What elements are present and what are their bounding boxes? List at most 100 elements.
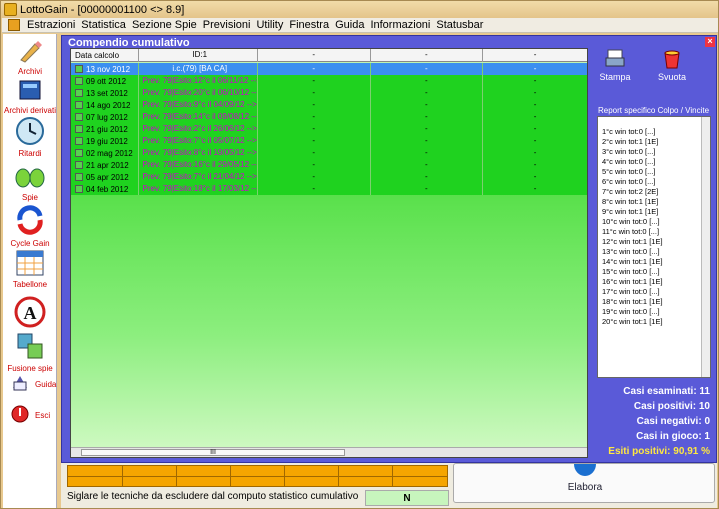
id-cell: Prev. 79|Esito:16°c il 29/05/12 --> [138, 159, 258, 171]
report-item[interactable]: 11°c win tot:0 [...] [598, 227, 710, 237]
value-cell: - [483, 147, 587, 159]
report-item[interactable]: 8°c win tot:1 [1E] [598, 197, 710, 207]
column-header[interactable]: - [483, 49, 587, 62]
table-row[interactable]: 21 apr 2012 Prev. 79|Esito:16°c il 29/05/… [71, 159, 587, 171]
report-item[interactable]: 5°c win tot:0 [...] [598, 167, 710, 177]
sidebar-item-ritardi[interactable]: Ritardi [3, 116, 57, 158]
value-cell: - [370, 135, 484, 147]
report-item[interactable]: 13°c win tot:0 [...] [598, 247, 710, 257]
empty-button[interactable]: Svuota [652, 48, 692, 82]
column-header[interactable]: Data calcolo [71, 49, 139, 62]
sidebar-item-archivi-derivati[interactable]: Archivi derivati [3, 77, 57, 115]
stat-examined: Casi esaminati: 11 [623, 386, 710, 397]
results-grid: Data calcolo ID:1- - - 13 nov 2012 i.c.(79) … [70, 48, 588, 458]
row-checkbox[interactable] [75, 125, 83, 133]
table-row[interactable]: 14 ago 2012 Prev. 79|Esito:9°c il 04/09/1… [71, 99, 587, 111]
report-item[interactable]: 14°c win tot:1 [1E] [598, 257, 710, 267]
report-item[interactable]: 15°c win tot:0 [...] [598, 267, 710, 277]
report-item[interactable]: 20°c win tot:1 [1E] [598, 317, 710, 327]
row-checkbox[interactable] [75, 65, 83, 73]
row-checkbox[interactable] [75, 173, 83, 181]
close-icon[interactable]: × [705, 37, 715, 47]
date-cell: 05 apr 2012 [71, 171, 139, 183]
id-cell: Prev. 79|Esito:7°c il 21/04/12 --> [138, 171, 258, 183]
column-header[interactable]: ID:1 [139, 49, 258, 62]
exclusion-bar[interactable] [67, 465, 448, 487]
report-item[interactable]: 10°c win tot:0 [...] [598, 217, 710, 227]
menu-item-guida[interactable]: Guida [332, 19, 367, 31]
report-item[interactable]: 1°c win tot:0 [...] [598, 127, 710, 137]
table-row[interactable]: 21 giu 2012 Prev. 79|Esito:2°c il 26/06/1… [71, 123, 587, 135]
date-cell: 09 ott 2012 [71, 75, 139, 87]
sidebar-item-tabellone[interactable]: Tabellone [3, 249, 57, 289]
value-cell: - [483, 99, 587, 111]
menu-item-statusbar[interactable]: Statusbar [433, 19, 486, 31]
sidebar-item-esci[interactable]: Esci [3, 405, 57, 425]
menu-item-finestra[interactable]: Finestra [286, 19, 332, 31]
exclusion-flag[interactable]: N [365, 490, 449, 506]
row-checkbox[interactable] [75, 149, 83, 157]
row-checkbox[interactable] [75, 77, 83, 85]
sidebar-item-cycle-gain[interactable]: Cycle Gain [3, 204, 57, 248]
report-item[interactable]: 4°c win tot:0 [...] [598, 157, 710, 167]
stat-in-play: Casi in gioco: 1 [636, 431, 710, 442]
menu-item-utility[interactable]: Utility [253, 19, 286, 31]
row-checkbox[interactable] [75, 101, 83, 109]
row-checkbox[interactable] [75, 161, 83, 169]
report-item[interactable]: 6°c win tot:0 [...] [598, 177, 710, 187]
table-row[interactable]: 05 apr 2012 Prev. 79|Esito:7°c il 21/04/1… [71, 171, 587, 183]
table-row[interactable]: 19 giu 2012 Prev. 79|Esito:7°c il 05/07/1… [71, 135, 587, 147]
cycle-icon [3, 204, 57, 238]
title-bar: LottoGain - [00000001100 <> 8.9] [1, 1, 718, 18]
menu-item-sezione-spie[interactable]: Sezione Spie [129, 19, 200, 31]
binoculars-icon [3, 162, 57, 192]
scroll-thumb[interactable]: III [81, 449, 345, 456]
table-row[interactable]: 09 ott 2012 Prev. 79|Esito:12°c il 06/11/… [71, 75, 587, 87]
value-cell: - [483, 111, 587, 123]
sidebar-item-letter-a[interactable]: A [3, 296, 57, 331]
table-row[interactable]: 13 set 2012 Prev. 79|Esito:20°c il 06/10/… [71, 87, 587, 99]
menu-item-statistica[interactable]: Statistica [78, 19, 129, 31]
report-scrollbar[interactable] [701, 117, 710, 377]
report-item[interactable]: 16°c win tot:1 [1E] [598, 277, 710, 287]
id-cell: Prev. 79|Esito:20°c il 06/10/12 --> [138, 87, 258, 99]
sidebar-item-guida[interactable]: Guida [3, 374, 57, 394]
row-checkbox[interactable] [75, 113, 83, 121]
elabora-button[interactable]: Elabora [453, 463, 715, 503]
value-cell: - [370, 63, 484, 75]
menu-item-estrazioni[interactable]: Estrazioni [24, 19, 78, 31]
print-button[interactable]: Stampa [595, 48, 635, 82]
sidebar-item-spie[interactable]: Spie [3, 162, 57, 202]
sidebar-item-label: Archivi [17, 67, 42, 76]
table-row[interactable]: 13 nov 2012 i.c.(79) [BA CA] - - - [71, 63, 587, 75]
row-checkbox[interactable] [75, 137, 83, 145]
report-item[interactable]: 3°c win tot:0 [...] [598, 147, 710, 157]
menu-app-icon[interactable] [8, 19, 20, 31]
sidebar-item-fusione-spie[interactable]: Fusione spie [3, 331, 57, 373]
row-date: 07 lug 2012 [86, 112, 128, 122]
id-cell: Prev. 79|Esito:14°c il 09/08/12 --> [138, 111, 258, 123]
menu-item-previsioni[interactable]: Previsioni [200, 19, 254, 31]
report-item[interactable]: 17°c win tot:0 [...] [598, 287, 710, 297]
table-icon [3, 249, 57, 279]
report-item[interactable]: 12°c win tot:1 [1E] [598, 237, 710, 247]
report-item[interactable]: 18°c win tot:1 [1E] [598, 297, 710, 307]
menu-item-informazioni[interactable]: Informazioni [367, 19, 433, 31]
sidebar-item-archivi[interactable]: Archivi [3, 38, 57, 76]
report-item[interactable]: 7°c win tot:2 [2E] [598, 187, 710, 197]
column-header[interactable]: - [371, 49, 484, 62]
column-header[interactable]: - [258, 49, 371, 62]
report-item[interactable]: 19°c win tot:0 [...] [598, 307, 710, 317]
elabora-icon [574, 464, 596, 476]
table-row[interactable]: 02 mag 2012 Prev. 79|Esito:8°c il 19/05/1… [71, 147, 587, 159]
table-row[interactable]: 04 feb 2012 Prev. 79|Esito:18°c il 17/03/… [71, 183, 587, 195]
horizontal-scrollbar[interactable]: III [71, 447, 587, 457]
report-item[interactable]: 2°c win tot:1 [1E] [598, 137, 710, 147]
date-cell: 07 lug 2012 [71, 111, 139, 123]
row-checkbox[interactable] [75, 185, 83, 193]
report-list[interactable]: 1°c win tot:0 [...] 2°c win tot:1 [1E] 3°c… [597, 116, 711, 378]
row-checkbox[interactable] [75, 89, 83, 97]
table-row[interactable]: 07 lug 2012 Prev. 79|Esito:14°c il 09/08/… [71, 111, 587, 123]
report-item[interactable]: 9°c win tot:1 [1E] [598, 207, 710, 217]
letter-a-icon: A [3, 296, 57, 330]
